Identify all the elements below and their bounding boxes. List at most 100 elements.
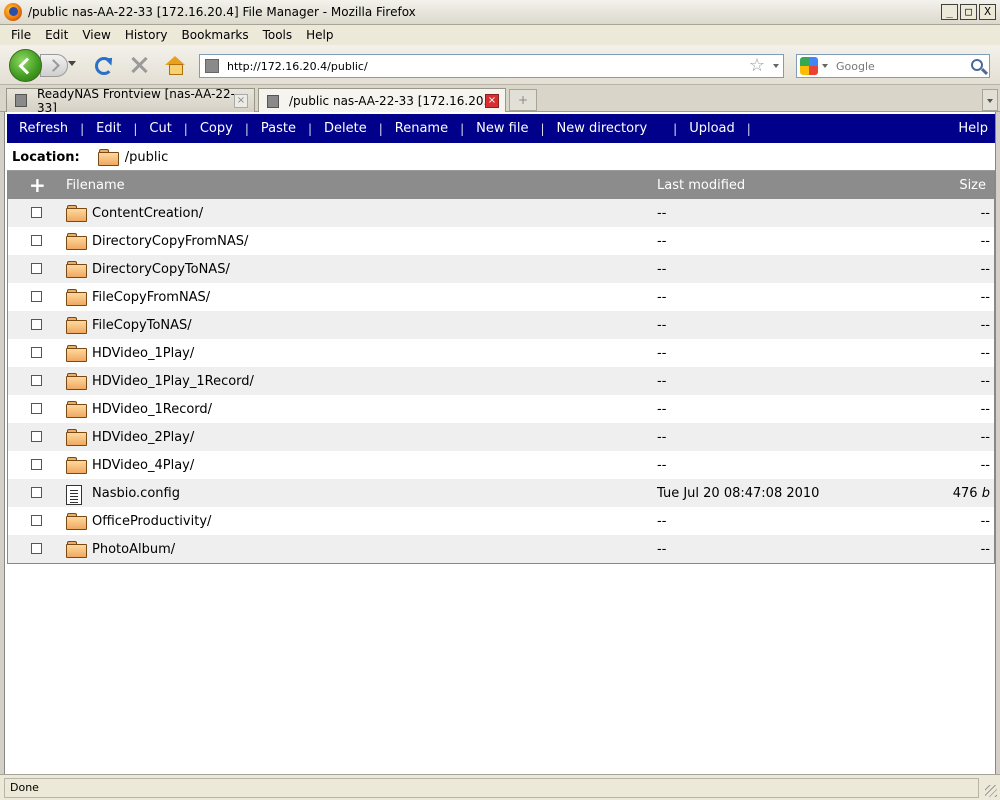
rename-button[interactable]: Rename (383, 121, 460, 136)
window-title-bar: /public nas-AA-22-33 [172.16.20.4] File … (0, 0, 1000, 25)
menu-edit[interactable]: Edit (38, 28, 75, 42)
table-row[interactable]: HDVideo_1Play/ -- -- (8, 339, 994, 367)
column-size[interactable]: Size (959, 178, 986, 193)
help-button[interactable]: Help (958, 121, 988, 136)
home-icon[interactable] (165, 56, 185, 75)
row-checkbox[interactable] (31, 431, 42, 442)
search-engine-dropdown-icon[interactable] (822, 64, 828, 68)
url-dropdown-icon[interactable] (773, 64, 779, 68)
maximize-button[interactable]: □ (960, 4, 977, 20)
file-name-link[interactable]: DirectoryCopyFromNAS/ (92, 234, 248, 249)
table-row[interactable]: FileCopyToNAS/ -- -- (8, 311, 994, 339)
column-filename[interactable]: Filename (66, 178, 125, 193)
stop-icon[interactable] (129, 55, 149, 75)
close-button[interactable]: X (979, 4, 996, 20)
table-row[interactable]: DirectoryCopyFromNAS/ -- -- (8, 227, 994, 255)
table-row[interactable]: HDVideo_1Play_1Record/ -- -- (8, 367, 994, 395)
file-name-link[interactable]: ContentCreation/ (92, 206, 203, 221)
table-row[interactable]: FileCopyFromNAS/ -- -- (8, 283, 994, 311)
delete-button[interactable]: Delete (312, 121, 379, 136)
file-size-value: -- (980, 542, 990, 557)
file-name-link[interactable]: FileCopyFromNAS/ (92, 290, 210, 305)
folder-icon (66, 261, 87, 278)
table-row[interactable]: ContentCreation/ -- -- (8, 199, 994, 227)
history-dropdown-icon[interactable] (68, 61, 76, 66)
file-name-link[interactable]: FileCopyToNAS/ (92, 318, 192, 333)
new-tab-button[interactable]: + (509, 89, 537, 111)
file-size-value: -- (980, 458, 990, 473)
tab-label: ReadyNAS Frontview [nas-AA-22-33] (36, 86, 235, 115)
file-name-link[interactable]: DirectoryCopyToNAS/ (92, 262, 230, 277)
file-name-link[interactable]: HDVideo_1Play_1Record/ (92, 374, 254, 389)
cut-button[interactable]: Cut (137, 121, 183, 136)
table-row[interactable]: HDVideo_1Record/ -- -- (8, 395, 994, 423)
search-icon[interactable] (971, 59, 983, 71)
page-content: Refresh | Edit | Cut | Copy | Paste | De… (4, 112, 996, 774)
row-checkbox[interactable] (31, 375, 42, 386)
forward-button[interactable] (40, 54, 68, 77)
row-checkbox[interactable] (31, 459, 42, 470)
table-row[interactable]: OfficeProductivity/ -- -- (8, 507, 994, 535)
search-input[interactable]: Google (836, 60, 875, 73)
row-checkbox[interactable] (31, 487, 42, 498)
window-title: /public nas-AA-22-33 [172.16.20.4] File … (28, 5, 416, 19)
menu-view[interactable]: View (75, 28, 117, 42)
select-all-button[interactable]: + (29, 173, 46, 197)
search-bar[interactable]: Google (796, 54, 990, 78)
menu-tools[interactable]: Tools (256, 28, 300, 42)
new-file-button[interactable]: New file (464, 121, 540, 136)
minimize-button[interactable]: _ (941, 4, 958, 20)
bookmark-star-icon[interactable]: ☆ (749, 56, 765, 76)
row-checkbox[interactable] (31, 319, 42, 330)
table-row[interactable]: Nasbio.config Tue Jul 20 08:47:08 2010 476… (8, 479, 994, 507)
tab-list-dropdown-icon[interactable] (982, 89, 998, 111)
row-checkbox[interactable] (31, 291, 42, 302)
table-row[interactable]: HDVideo_4Play/ -- -- (8, 451, 994, 479)
column-last-modified[interactable]: Last modified (657, 178, 745, 193)
upload-button[interactable]: Upload (677, 121, 747, 136)
file-name-link[interactable]: HDVideo_2Play/ (92, 430, 194, 445)
back-button[interactable] (9, 49, 42, 82)
file-size: -- (981, 262, 990, 277)
google-engine-icon[interactable] (800, 57, 818, 75)
reload-icon[interactable] (95, 57, 113, 75)
site-identity-icon[interactable] (205, 59, 219, 73)
file-name-link[interactable]: PhotoAlbum/ (92, 542, 175, 557)
row-checkbox[interactable] (31, 403, 42, 414)
copy-button[interactable]: Copy (188, 121, 245, 136)
resize-grip-icon[interactable] (985, 785, 997, 797)
tab-readynas-frontview[interactable]: ReadyNAS Frontview [nas-AA-22-33] × (6, 86, 255, 115)
table-row[interactable]: DirectoryCopyToNAS/ -- -- (8, 255, 994, 283)
file-name-link[interactable]: HDVideo_1Record/ (92, 402, 212, 417)
address-url[interactable]: http://172.16.20.4/public/ (227, 60, 368, 73)
file-name-link[interactable]: Nasbio.config (92, 486, 180, 501)
paste-button[interactable]: Paste (249, 121, 308, 136)
row-checkbox[interactable] (31, 263, 42, 274)
row-checkbox[interactable] (31, 515, 42, 526)
tab-file-manager[interactable]: /public nas-AA-22-33 [172.16.20.... × (258, 88, 506, 113)
file-size: -- (981, 290, 990, 305)
menu-history[interactable]: History (118, 28, 175, 42)
file-icon (66, 485, 82, 505)
menu-bookmarks[interactable]: Bookmarks (175, 28, 256, 42)
tab-close-icon[interactable]: × (234, 94, 248, 108)
edit-button[interactable]: Edit (84, 121, 133, 136)
status-bar: Done (0, 774, 1000, 800)
table-row[interactable]: PhotoAlbum/ -- -- (8, 535, 994, 563)
file-name-link[interactable]: HDVideo_1Play/ (92, 346, 194, 361)
menu-file[interactable]: File (4, 28, 38, 42)
file-name-link[interactable]: OfficeProductivity/ (92, 514, 211, 529)
refresh-button[interactable]: Refresh (7, 121, 80, 136)
row-checkbox[interactable] (31, 235, 42, 246)
tab-close-icon[interactable]: × (485, 94, 499, 108)
row-checkbox[interactable] (31, 347, 42, 358)
file-size: -- (981, 318, 990, 333)
row-checkbox[interactable] (31, 207, 42, 218)
table-row[interactable]: HDVideo_2Play/ -- -- (8, 423, 994, 451)
address-bar[interactable]: http://172.16.20.4/public/ ☆ (199, 54, 784, 78)
new-directory-button[interactable]: New directory (545, 121, 674, 136)
file-size-value: -- (980, 374, 990, 389)
menu-help[interactable]: Help (299, 28, 340, 42)
file-name-link[interactable]: HDVideo_4Play/ (92, 458, 194, 473)
row-checkbox[interactable] (31, 543, 42, 554)
